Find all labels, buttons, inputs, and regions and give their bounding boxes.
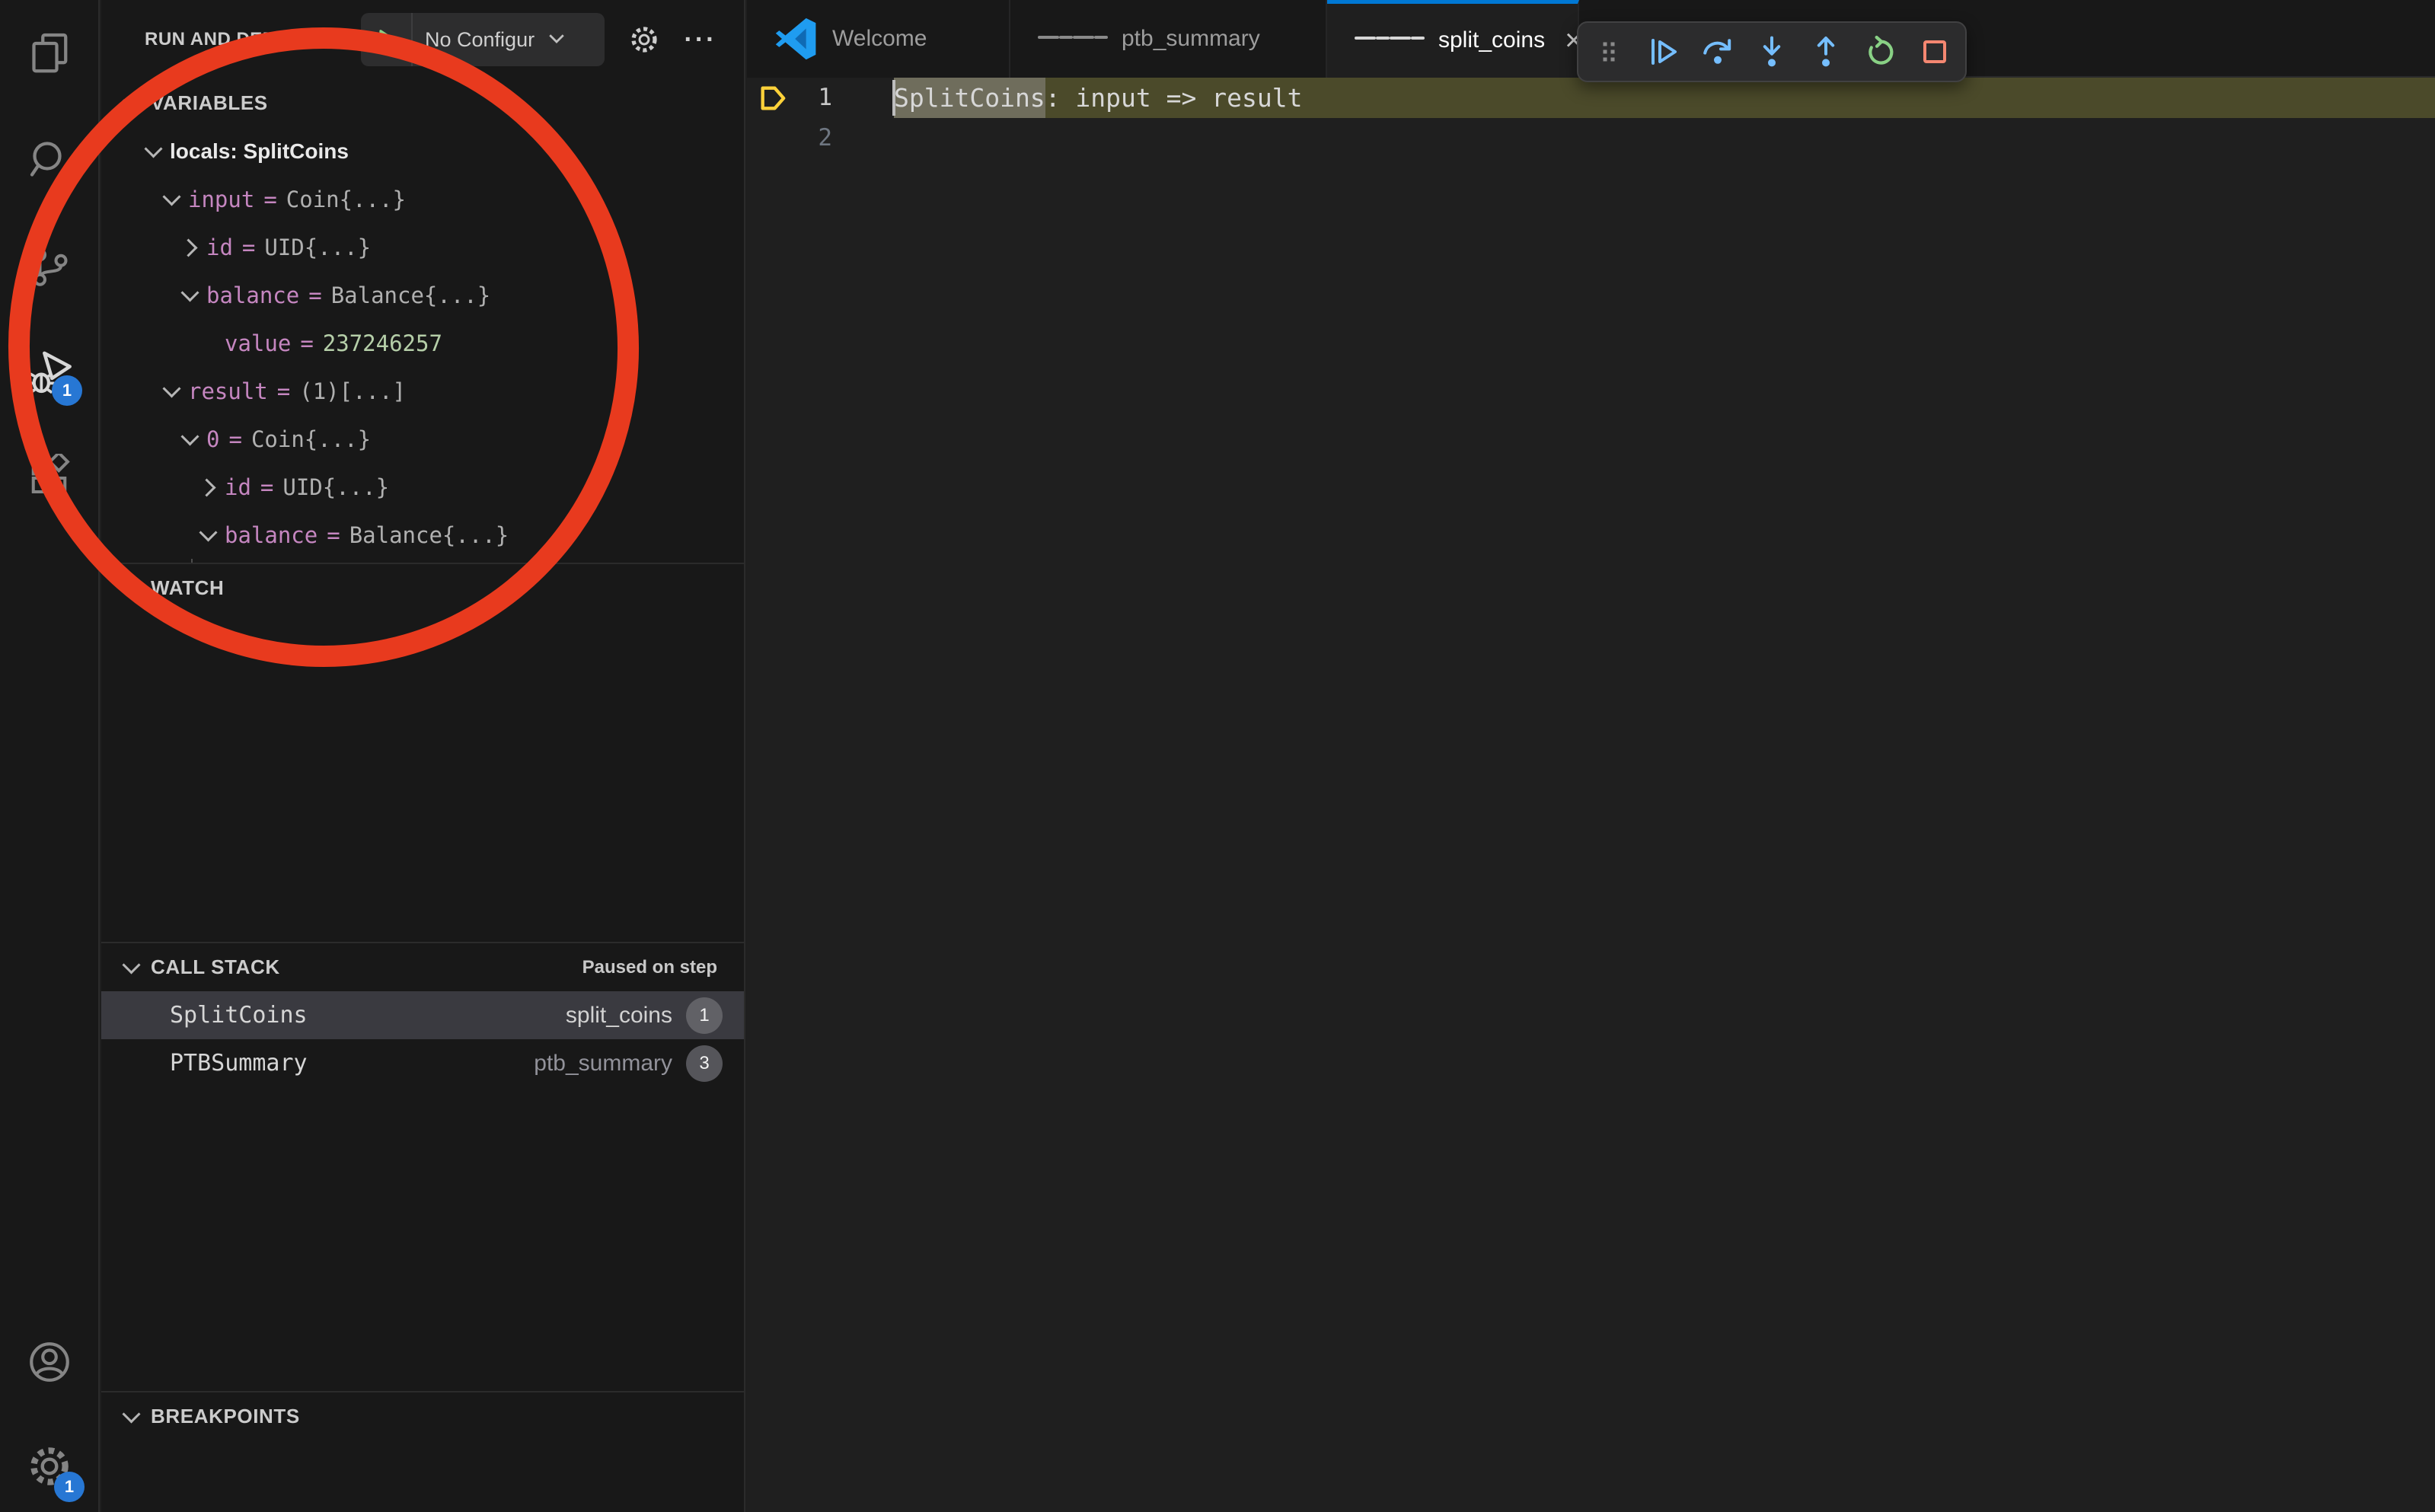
- code-rest: : input => result: [1045, 83, 1303, 113]
- toolbar-drag-handle[interactable]: [1585, 28, 1632, 75]
- chevron-down-icon: [196, 522, 222, 548]
- watch-section: WATCH: [101, 563, 744, 942]
- variable-row-balance[interactable]: balance = Balance{...}: [101, 511, 744, 559]
- chevron-down-icon: [159, 378, 185, 404]
- activity-bar: 1 1: [0, 0, 100, 1512]
- code-editor[interactable]: 1 SplitCoins: input => result 2: [747, 78, 2435, 1512]
- code-text: SplitCoins: input => result: [894, 78, 2435, 118]
- variable-row-result[interactable]: result = (1)[...]: [101, 367, 744, 415]
- tab-ptb-summary[interactable]: ptb_summary: [1010, 0, 1327, 78]
- file-list-icon: [1355, 37, 1425, 43]
- activity-item-extensions[interactable]: [0, 446, 98, 507]
- variable-row-value[interactable]: value = 237246257: [101, 319, 744, 367]
- watch-label: WATCH: [151, 576, 224, 600]
- step-into-icon: [1754, 33, 1790, 70]
- tab-welcome[interactable]: Welcome: [747, 0, 1010, 78]
- line-number: 1: [777, 78, 832, 118]
- restart-icon: [1862, 33, 1899, 70]
- restart-button[interactable]: [1857, 28, 1904, 75]
- step-into-button[interactable]: [1748, 28, 1795, 75]
- editor-group: Welcome ptb_summary split_coins ×: [747, 0, 2435, 1512]
- chevron-down-icon: [119, 1404, 145, 1430]
- step-out-button[interactable]: [1802, 28, 1849, 75]
- step-over-button[interactable]: [1694, 28, 1741, 75]
- chevron-down-icon: [141, 139, 167, 164]
- breakpoints-section-header[interactable]: BREAKPOINTS: [101, 1392, 744, 1431]
- text-cursor: [892, 80, 895, 116]
- pause-status: Paused on step: [582, 957, 717, 978]
- line-badge: 1: [686, 997, 723, 1034]
- debug-badge: 1: [52, 375, 82, 406]
- chevron-down-icon: [177, 426, 203, 452]
- chevron-down-icon: [119, 955, 145, 981]
- continue-icon: [1645, 33, 1682, 70]
- line-number: 2: [777, 118, 832, 158]
- file-list-icon: [1038, 36, 1108, 43]
- activity-item-search[interactable]: [0, 129, 98, 190]
- variable-row-0[interactable]: 0 = Coin{...}: [101, 415, 744, 463]
- continue-button[interactable]: [1640, 28, 1687, 75]
- activity-item-explorer[interactable]: [0, 22, 98, 83]
- variable-row-balance[interactable]: balance = Balance{...}: [101, 271, 744, 319]
- call-stack-section-header[interactable]: CALL STACK Paused on step: [101, 943, 744, 991]
- search-icon: [27, 137, 72, 183]
- activity-item-account[interactable]: [0, 1332, 98, 1392]
- chevron-down-icon: [159, 187, 185, 212]
- activity-item-source-control[interactable]: [0, 237, 98, 298]
- vscode-window: 1 1 RUN AND DE: [0, 0, 2435, 1512]
- activity-item-run-and-debug[interactable]: 1: [0, 343, 98, 404]
- breakpoints-section: BREAKPOINTS: [101, 1391, 744, 1431]
- debug-toolbar: [1577, 21, 1967, 82]
- account-icon: [26, 1338, 73, 1386]
- code-line-current: 1 SplitCoins: input => result: [747, 78, 2435, 118]
- variable-scope-row[interactable]: locals: SplitCoins: [101, 127, 744, 175]
- line-badge: 3: [686, 1045, 723, 1082]
- tab-split-coins[interactable]: split_coins ×: [1327, 0, 1579, 78]
- variable-row-input[interactable]: input = Coin{...}: [101, 175, 744, 223]
- grip-icon: [1594, 35, 1624, 69]
- vscode-logo-icon: [774, 17, 819, 61]
- step-over-icon: [1699, 33, 1736, 70]
- variables-section: VARIABLES locals: SplitCoins input = Coi…: [101, 0, 744, 563]
- activity-item-settings[interactable]: 1: [0, 1436, 98, 1497]
- files-icon: [27, 30, 72, 75]
- stop-icon: [1916, 33, 1953, 70]
- step-out-icon: [1808, 33, 1844, 70]
- stop-button[interactable]: [1911, 28, 1958, 75]
- chevron-down-icon: [119, 91, 145, 116]
- breakpoints-label: BREAKPOINTS: [151, 1405, 300, 1428]
- extensions-icon: [27, 454, 72, 499]
- chevron-right-icon: [196, 474, 222, 500]
- watch-section-header[interactable]: WATCH: [101, 564, 744, 612]
- tab-label: split_coins: [1438, 27, 1545, 53]
- variables-label: VARIABLES: [151, 91, 268, 115]
- tab-label: Welcome: [832, 26, 927, 52]
- variable-row-id[interactable]: id = UID{...}: [101, 223, 744, 271]
- call-stack-section: CALL STACK Paused on step SplitCoins spl…: [101, 942, 744, 1391]
- run-and-debug-sidebar: RUN AND DEBUG No Configur ···: [101, 0, 745, 1512]
- chevron-right-icon: [177, 234, 203, 260]
- scope-label: locals: SplitCoins: [170, 139, 349, 164]
- variables-tree: locals: SplitCoins input = Coin{...} id …: [101, 127, 744, 563]
- variable-row-id[interactable]: id = UID{...}: [101, 463, 744, 511]
- code-line: 2: [747, 118, 2435, 158]
- settings-badge: 1: [54, 1472, 85, 1502]
- highlighted-word: SplitCoins: [894, 78, 1045, 118]
- stack-frame-splitcoins[interactable]: SplitCoins split_coins 1: [101, 991, 744, 1039]
- stack-frame-ptbsummary[interactable]: PTBSummary ptb_summary 3: [101, 1039, 744, 1087]
- variables-section-header[interactable]: VARIABLES: [101, 79, 744, 127]
- chevron-down-icon: [119, 576, 145, 601]
- chevron-down-icon: [177, 282, 203, 308]
- call-stack-label: CALL STACK: [151, 955, 280, 979]
- source-control-icon: [27, 244, 72, 290]
- tab-label: ptb_summary: [1122, 26, 1260, 52]
